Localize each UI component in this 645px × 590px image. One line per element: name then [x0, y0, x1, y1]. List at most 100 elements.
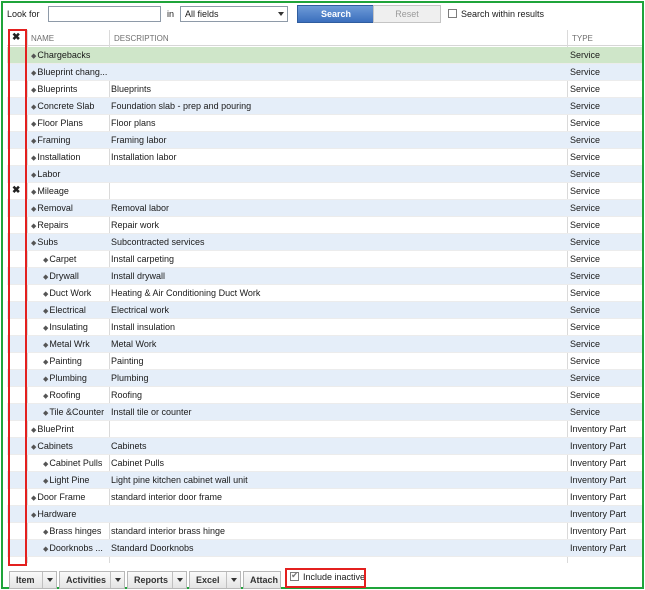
chevron-down-icon[interactable]: [42, 572, 56, 588]
reports-menu-button[interactable]: Reports: [127, 571, 187, 589]
item-type: Inventory Part: [570, 424, 627, 434]
item-name: ◆Labor: [31, 169, 109, 179]
description-column-header[interactable]: DESCRIPTION: [114, 34, 169, 43]
item-name-text: Blueprints: [37, 84, 78, 94]
item-name: ◆BluePrint: [31, 424, 109, 434]
item-description: Cabinets: [111, 441, 147, 451]
table-row[interactable]: ◆Cabinets Cabinets Inventory Part: [7, 438, 642, 455]
table-row[interactable]: ◆Drywall Install drywall Service: [7, 268, 642, 285]
table-row[interactable]: ◆Chargebacks Service: [7, 47, 642, 64]
item-name-text: Drywall: [49, 271, 79, 281]
item-name-text: Electrical: [49, 305, 86, 315]
item-menu-button[interactable]: Item: [9, 571, 57, 589]
item-name-text: Framing: [37, 135, 71, 145]
table-row[interactable]: ◆Removal Removal labor Service: [7, 200, 642, 217]
table-row[interactable]: ◆Electrical Electrical work Service: [7, 302, 642, 319]
name-column-header[interactable]: NAME: [31, 34, 54, 43]
item-name: ◆Chargebacks: [31, 50, 109, 60]
item-name-text: Light Pine: [49, 475, 90, 485]
bullet-icon: ◆: [31, 87, 37, 94]
table-row[interactable]: ◆Duct Work Heating & Air Conditioning Duc…: [7, 285, 642, 302]
search-field-value: All fields: [185, 9, 219, 19]
item-description: standard interior brass hinge: [111, 526, 226, 536]
item-type: Inventory Part: [570, 441, 627, 451]
item-name-text: Subs: [37, 237, 58, 247]
search-within-results[interactable]: Search within results: [448, 9, 544, 19]
table-row[interactable]: ◆Blueprint chang... Service: [7, 64, 642, 81]
table-row[interactable]: ◆Installation Installation labor Service: [7, 149, 642, 166]
table-row[interactable]: ◆Subs Subcontracted services Service: [7, 234, 642, 251]
chevron-down-icon[interactable]: [172, 572, 186, 588]
item-name-text: Blueprint chang...: [37, 67, 108, 77]
table-row[interactable]: ◆Blueprints Blueprints Service: [7, 81, 642, 98]
item-name: ◆Cabinet Pulls: [31, 458, 109, 468]
item-type: Service: [570, 118, 601, 128]
search-within-results-checkbox[interactable]: [448, 9, 457, 18]
table-row[interactable]: ◆Light Pine Light pine kitchen cabinet wa…: [7, 472, 642, 489]
bullet-icon: ◆: [31, 512, 37, 519]
item-type: Service: [570, 322, 601, 332]
item-name: ◆Metal Wrk: [31, 339, 109, 349]
item-name-text: Doorknobs ...: [49, 543, 103, 553]
bullet-icon: ◆: [43, 410, 49, 417]
table-row[interactable]: ◆BluePrint Inventory Part: [7, 421, 642, 438]
table-row[interactable]: ◆Painting Painting Service: [7, 353, 642, 370]
table-row[interactable]: ◆Cabinet Pulls Cabinet Pulls Inventory Par…: [7, 455, 642, 472]
table-row[interactable]: ◆Labor Service: [7, 166, 642, 183]
table-row[interactable]: ◆Hardware Inventory Part: [7, 506, 642, 523]
table-row[interactable]: ◆Concrete Slab Foundation slab - prep and…: [7, 98, 642, 115]
table-row[interactable]: ◆Roofing Roofing Service: [7, 387, 642, 404]
excel-menu-button[interactable]: Excel: [189, 571, 241, 589]
item-description: Plumbing: [111, 373, 149, 383]
table-row[interactable]: ◆Framing Framing labor Service: [7, 132, 642, 149]
item-description: Cabinet Pulls: [111, 458, 165, 468]
bullet-icon: ◆: [31, 121, 37, 128]
item-name: ◆Hardware: [31, 509, 109, 519]
table-row[interactable]: ◆Door Frame standard interior door frame I…: [7, 489, 642, 506]
reports-menu-label: Reports: [134, 575, 169, 585]
search-field-select[interactable]: All fields: [180, 6, 288, 22]
look-for-input[interactable]: [48, 6, 161, 22]
item-type: Inventory Part: [570, 543, 627, 553]
chevron-down-icon[interactable]: [226, 572, 240, 588]
bullet-icon: ◆: [43, 325, 49, 332]
table-row[interactable]: ◆Tile &Counter Install tile or counter Ser…: [7, 404, 642, 421]
table-row[interactable]: ◆Repairs Repair work Service: [7, 217, 642, 234]
table-row[interactable]: ◆Insulating Install insulation Service: [7, 319, 642, 336]
bullet-icon: ◆: [31, 223, 37, 230]
bullet-icon: ◆: [43, 393, 49, 400]
item-name: ◆Blueprints: [31, 84, 109, 94]
item-name: ◆Painting: [31, 356, 109, 366]
bullet-icon: ◆: [31, 427, 37, 434]
activities-menu-button[interactable]: Activities: [59, 571, 125, 589]
look-for-label: Look for: [7, 9, 40, 19]
item-menu-label: Item: [16, 575, 35, 585]
item-name: ◆Drywall: [31, 271, 109, 281]
reset-button[interactable]: Reset: [373, 5, 441, 23]
item-list-grid: ✖ NAME DESCRIPTION TYPE ◆Chargebacks Serv…: [7, 30, 642, 563]
bullet-icon: ◆: [43, 342, 49, 349]
item-name: ◆Installation: [31, 152, 109, 162]
item-type: Service: [570, 373, 601, 383]
item-name: ◆Removal: [31, 203, 109, 213]
table-row[interactable]: ◆Metal Wrk Metal Work Service: [7, 336, 642, 353]
bullet-icon: ◆: [43, 291, 49, 298]
item-type: Service: [570, 288, 601, 298]
item-name: ◆Blueprint chang...: [31, 67, 109, 77]
item-type: Service: [570, 220, 601, 230]
item-name-text: Door Frame: [37, 492, 86, 502]
search-button[interactable]: Search: [297, 5, 375, 23]
chevron-down-icon[interactable]: [110, 572, 124, 588]
item-name-text: Installation: [37, 152, 81, 162]
item-description: Light pine kitchen cabinet wall unit: [111, 475, 248, 485]
attach-button[interactable]: Attach: [243, 571, 281, 589]
table-row[interactable]: ◆Floor Plans Floor plans Service: [7, 115, 642, 132]
type-column-header[interactable]: TYPE: [572, 34, 593, 43]
table-row[interactable]: ◆Doorknobs ... Standard Doorknobs Inventor…: [7, 540, 642, 557]
item-description: Subcontracted services: [111, 237, 205, 247]
table-row[interactable]: ◆Carpet Install carpeting Service: [7, 251, 642, 268]
table-row[interactable]: ◆Brass hinges standard interior brass hin…: [7, 523, 642, 540]
table-row[interactable]: ✖ ◆Mileage Service: [7, 183, 642, 200]
table-row[interactable]: ◆Plumbing Plumbing Service: [7, 370, 642, 387]
bullet-icon: ◆: [43, 461, 49, 468]
